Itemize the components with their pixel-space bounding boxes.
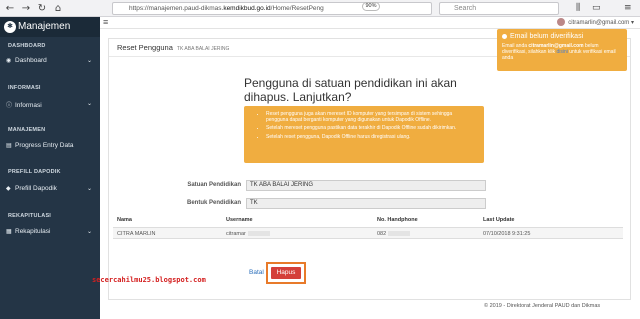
sidebar-item-progress-entry-data[interactable]: ▤ Progress Entry Data xyxy=(6,142,96,149)
sidebar-item-rekapitulasi[interactable]: ▦ Rekapitulasi ⌄ xyxy=(6,228,96,235)
field-label-satuan: Satuan Pendidikan xyxy=(187,182,241,188)
warning-box: Reset pengguna juga akan mereset ID komp… xyxy=(244,106,484,163)
zoom-level[interactable]: 90% xyxy=(362,2,380,11)
table-row: CITRA MARLIN citramar 082 07/10/2018 9:3… xyxy=(113,227,623,239)
batal-link[interactable]: Batal xyxy=(249,269,264,276)
alert-title: Email belum diverifikasi xyxy=(502,32,622,41)
cell-last-update: 07/10/2018 9:31:25 xyxy=(483,231,531,237)
chevron-down-icon: ⌄ xyxy=(86,186,92,192)
verify-link[interactable]: disini xyxy=(556,49,567,55)
alert-icon xyxy=(502,33,507,39)
sidebar-item-label: Informasi xyxy=(15,102,42,109)
grid-icon: ▦ xyxy=(6,229,12,235)
cell-nama: CITRA MARLIN xyxy=(117,231,156,237)
url-path: /Home/ResetPeng xyxy=(270,5,324,12)
chevron-down-icon: ⌄ xyxy=(86,229,92,235)
url-prefix: https://manajemen.paud-dikmas. xyxy=(129,5,224,12)
table-header-username: Username xyxy=(226,217,253,223)
dashboard-icon: ◉ xyxy=(6,58,12,64)
panel-subtitle: TK ABA BALAI JERING xyxy=(176,46,230,52)
sidebar-item-label: Dashboard xyxy=(15,57,47,64)
tag-icon: ◆ xyxy=(6,186,11,192)
alert-body-prefix: Email anda xyxy=(502,43,528,49)
table-icon: ▤ xyxy=(6,143,12,149)
field-bentuk-pendidikan: TK xyxy=(246,198,486,209)
brand-label: Manajemen xyxy=(18,21,71,32)
alert-title-text: Email belum diverifikasi xyxy=(510,33,584,40)
sidebar-item-label: Progress Entry Data xyxy=(15,142,74,149)
cell-username-text: citramar xyxy=(226,231,246,237)
section-informasi: INFORMASI xyxy=(8,85,41,91)
avatar xyxy=(557,18,566,27)
reload-icon[interactable]: ↻ xyxy=(36,3,48,14)
back-icon[interactable]: ← xyxy=(4,3,16,14)
hapus-button[interactable]: Hapus xyxy=(271,267,301,279)
menu-icon[interactable]: ≡ xyxy=(624,3,632,14)
confirm-question: Pengguna di satuan pendidikan ini akan d… xyxy=(244,76,457,104)
sidebar-item-prefill-dapodik[interactable]: ◆ Prefill Dapodik ⌄ xyxy=(6,185,96,192)
alert-email: citramarlin@gmail.com xyxy=(528,43,584,49)
field-label-bentuk: Bentuk Pendidikan xyxy=(186,200,241,206)
hamburger-icon[interactable]: ≡ xyxy=(103,17,108,28)
sidebar-item-informasi[interactable]: ⓘ Informasi ⌄ xyxy=(6,100,96,109)
watermark: secercahilmu25.blogspot.com xyxy=(92,276,206,284)
sidebar-item-label: Rekapitulasi xyxy=(15,228,51,235)
logo-icon: ✱ xyxy=(4,21,16,33)
redacted-block xyxy=(247,231,270,237)
table-header-nama: Nama xyxy=(117,217,132,223)
hapus-highlight: Hapus xyxy=(266,262,306,284)
panel-title: Reset Pengguna xyxy=(117,43,173,52)
section-rekapitulasi: REKAPITULASI xyxy=(8,213,52,219)
field-satuan-pendidikan: TK ABA BALAI JERING xyxy=(246,180,486,191)
home-icon[interactable]: ⌂ xyxy=(52,3,64,14)
warning-item: Setelah reset pengguna, Dapodik Offline … xyxy=(266,134,474,140)
cell-handphone-text: 082 xyxy=(377,231,387,237)
chevron-down-icon: ⌄ xyxy=(86,101,92,107)
table-header-handphone: No. Handphone xyxy=(377,217,418,223)
url-bar[interactable]: https://manajemen.paud-dikmas.kemdikbud.… xyxy=(112,2,432,15)
brand[interactable]: ✱ Manajemen xyxy=(0,17,100,37)
library-icon[interactable]: ⫼ xyxy=(576,3,580,14)
alert-body: Email anda citramarlin@gmail.com belum d… xyxy=(502,43,622,62)
warning-item: Reset pengguna juga akan mereset ID komp… xyxy=(266,111,474,123)
section-dashboard: DASHBOARD xyxy=(8,43,46,49)
forward-icon[interactable]: → xyxy=(20,3,32,14)
sidebar-item-dashboard[interactable]: ◉ Dashboard ⌄ xyxy=(6,57,96,64)
browser-search-input[interactable]: Search xyxy=(439,2,559,15)
chevron-down-icon: ⌄ xyxy=(86,58,92,64)
topbar: ≡ citramarlin@gmail.com ▾ xyxy=(100,17,640,29)
info-icon: ⓘ xyxy=(6,103,13,109)
sidebar-item-label: Prefill Dapodik xyxy=(15,185,57,192)
section-prefill-dapodik: PREFILL DAPODIK xyxy=(8,169,61,175)
section-manajemen: MANAJEMEN xyxy=(8,127,46,133)
cell-handphone: 082 xyxy=(377,231,411,237)
url-domain: kemdikbud.go.id xyxy=(223,5,271,12)
user-email: citramarlin@gmail.com xyxy=(568,20,630,26)
table-header-last-update: Last Update xyxy=(483,217,515,223)
warning-item: Setelah mereset pengguna pastikan data t… xyxy=(266,125,474,131)
sidebar-toggle-icon[interactable]: ▭ xyxy=(592,3,601,14)
browser-toolbar: ← → ↻ ⌂ https://manajemen.paud-dikmas.ke… xyxy=(0,0,640,17)
email-verification-alert: Email belum diverifikasi Email anda citr… xyxy=(497,29,627,71)
redacted-block xyxy=(388,231,411,237)
reset-panel: Reset Pengguna TK ABA BALAI JERING Penggu… xyxy=(108,38,631,300)
sidebar: ✱ Manajemen DASHBOARD ◉ Dashboard ⌄ INFORM… xyxy=(0,17,100,319)
cell-username: citramar xyxy=(226,231,270,237)
user-menu[interactable]: citramarlin@gmail.com ▾ xyxy=(557,18,634,28)
footer: © 2019 - Direktorat Jenderal PAUD dan Di… xyxy=(484,303,601,309)
